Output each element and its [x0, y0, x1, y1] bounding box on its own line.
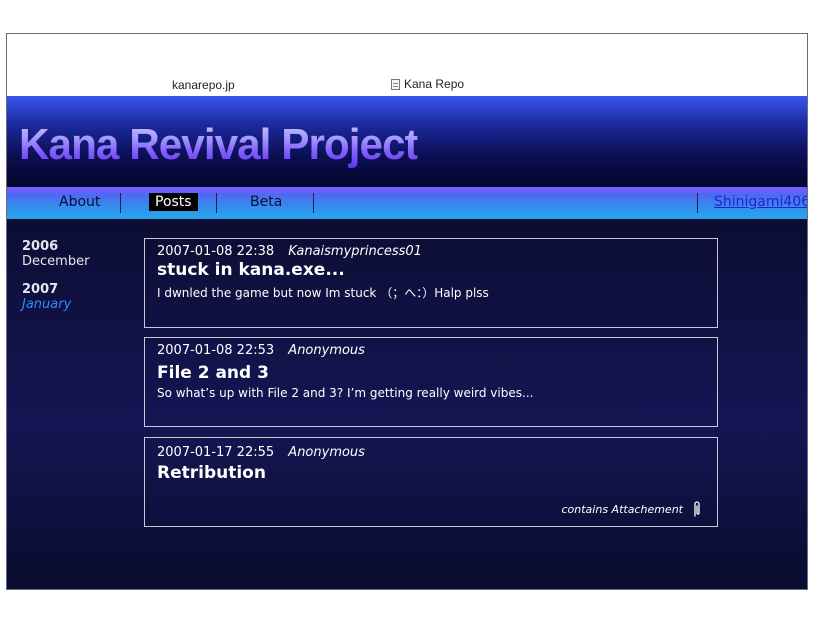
browser-chrome: kanarepo.jp Kana Repo	[7, 34, 807, 96]
post-body: So what’s up with File 2 and 3? I’m gett…	[157, 386, 534, 400]
post-date: 2007-01-08 22:38	[157, 244, 275, 259]
address-bar-url[interactable]: kanarepo.jp	[172, 78, 235, 92]
browser-tab[interactable]: Kana Repo	[391, 77, 464, 91]
post-author[interactable]: Anonymous	[288, 343, 365, 358]
post-date: 2007-01-08 22:53	[157, 343, 275, 358]
post-title[interactable]: File 2 and 3	[157, 363, 269, 383]
post-card[interactable]: 2007-01-17 22:55 Anonymous Retribution c…	[144, 437, 718, 527]
post-card[interactable]: 2007-01-08 22:53 Anonymous File 2 and 3 …	[144, 337, 718, 427]
post-date: 2007-01-17 22:55	[157, 445, 275, 460]
user-profile-link[interactable]: Shinigami406	[714, 194, 807, 210]
archive-year-2006[interactable]: 2006	[22, 239, 89, 254]
site-header: Kana Revival Project	[7, 96, 807, 188]
paperclip-icon[interactable]	[689, 500, 705, 518]
nav-item-about[interactable]: About	[59, 194, 100, 210]
post-title[interactable]: stuck in kana.exe...	[157, 260, 345, 280]
archive-year-2007[interactable]: 2007	[22, 282, 89, 297]
nav-divider	[313, 193, 314, 213]
post-meta: 2007-01-08 22:53 Anonymous	[157, 343, 365, 358]
post-meta: 2007-01-08 22:38 Kanaismyprincess01	[157, 244, 422, 259]
site-title: Kana Revival Project	[19, 120, 419, 169]
nav-divider	[216, 193, 217, 213]
nav-divider	[697, 193, 698, 213]
web-page: Kana Revival Project About Posts Beta Sh…	[7, 96, 807, 589]
archive-month-january[interactable]: January	[22, 297, 89, 312]
post-author[interactable]: Kanaismyprincess01	[288, 244, 422, 259]
archive-month-december[interactable]: December	[22, 254, 89, 269]
attachment-label: contains Attachement	[561, 502, 683, 516]
attachment-indicator[interactable]: contains Attachement	[561, 500, 705, 518]
main-nav: About Posts Beta Shinigami406	[7, 187, 807, 219]
archive-sidebar: 2006 December 2007 January	[22, 239, 89, 325]
nav-item-posts[interactable]: Posts	[149, 193, 198, 211]
post-title[interactable]: Retribution	[157, 463, 266, 483]
nav-item-beta[interactable]: Beta	[250, 194, 282, 210]
nav-divider	[120, 193, 121, 213]
tab-title: Kana Repo	[404, 77, 465, 91]
post-body: I dwnled the game but now Im stuck （；へ：）…	[157, 286, 489, 300]
post-author[interactable]: Anonymous	[288, 445, 365, 460]
post-meta: 2007-01-17 22:55 Anonymous	[157, 445, 365, 460]
document-icon	[391, 78, 400, 90]
browser-window: kanarepo.jp Kana Repo Kana Revival Proje…	[6, 33, 808, 590]
main-content: 2006 December 2007 January 2007-01-08 22…	[7, 219, 807, 589]
post-card[interactable]: 2007-01-08 22:38 Kanaismyprincess01 stuc…	[144, 238, 718, 328]
